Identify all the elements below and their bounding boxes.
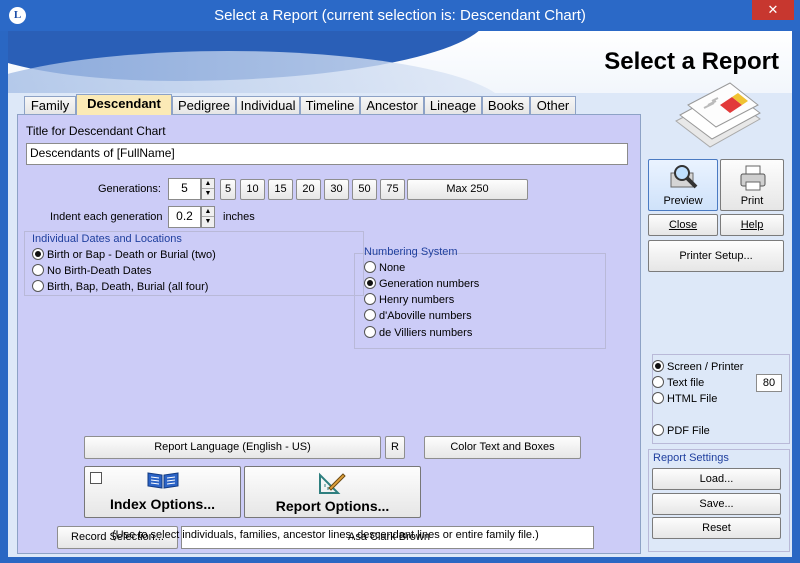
generations-75-button[interactable]: 75 (380, 179, 405, 200)
tab-books[interactable]: Books (482, 96, 530, 115)
printer-setup-button[interactable]: Printer Setup... (648, 240, 784, 272)
banner-title: Select a Report (604, 48, 779, 75)
r-button[interactable]: R (385, 436, 405, 459)
preview-button[interactable]: Preview (648, 159, 718, 211)
radio-selected-icon[interactable] (652, 360, 664, 372)
load-settings-button[interactable]: Load... (652, 468, 781, 490)
numbering-option-daboville[interactable]: d'Aboville numbers (364, 309, 472, 322)
generations-10-button[interactable]: 10 (240, 179, 265, 200)
radio-icon[interactable] (364, 326, 376, 338)
text-width-input[interactable]: 80 (756, 374, 782, 392)
radio-selected-icon[interactable] (364, 277, 376, 289)
report-settings-title: Report Settings (653, 452, 729, 464)
tab-family[interactable]: Family (24, 96, 76, 115)
radio-icon[interactable] (652, 424, 664, 436)
indent-input[interactable]: 0.2 (168, 206, 201, 228)
radio-icon[interactable] (32, 280, 44, 292)
numbering-option-generation[interactable]: Generation numbers (364, 277, 479, 290)
radio-icon[interactable] (364, 293, 376, 305)
spin-up-icon[interactable]: ▲ (202, 179, 214, 189)
ruler-pencil-icon (319, 472, 346, 494)
spin-down-icon[interactable]: ▼ (202, 189, 214, 199)
report-options-label: Report Options... (275, 498, 390, 514)
title-label: Title for Descendant Chart (26, 124, 166, 138)
dates-option-four[interactable]: Birth, Bap, Death, Burial (all four) (32, 280, 208, 293)
output-screen-printer[interactable]: Screen / Printer (652, 360, 743, 373)
spin-down-icon[interactable]: ▼ (202, 217, 214, 227)
descendant-panel: Title for Descendant Chart Descendants o… (17, 114, 641, 554)
index-options-button[interactable]: Index Options... (84, 466, 241, 518)
radio-icon[interactable] (652, 392, 664, 404)
spin-up-icon[interactable]: ▲ (202, 207, 214, 217)
generations-15-button[interactable]: 15 (268, 179, 293, 200)
numbering-option-devilliers[interactable]: de Villiers numbers (364, 326, 472, 339)
reset-settings-button[interactable]: Reset (652, 517, 781, 539)
generations-20-button[interactable]: 20 (296, 179, 321, 200)
index-options-label: Index Options... (109, 496, 215, 512)
generations-5-button[interactable]: 5 (220, 179, 236, 200)
generations-label: Generations: (98, 183, 161, 195)
color-text-boxes-button[interactable]: Color Text and Boxes (424, 436, 581, 459)
report-documents-icon (675, 82, 761, 148)
tab-ancestor[interactable]: Ancestor (360, 96, 424, 115)
generations-30-button[interactable]: 30 (324, 179, 349, 200)
print-label: Print (740, 195, 764, 207)
tab-timeline[interactable]: Timeline (300, 96, 360, 115)
output-text-file[interactable]: Text file (652, 376, 704, 389)
numbering-option-none[interactable]: None (364, 261, 405, 274)
output-html-file[interactable]: HTML File (652, 392, 717, 405)
tab-pedigree[interactable]: Pedigree (172, 96, 236, 115)
magnifier-icon (670, 165, 698, 189)
printer-icon (740, 165, 766, 191)
indent-unit-label: inches (223, 211, 255, 223)
radio-icon[interactable] (32, 264, 44, 276)
radio-icon[interactable] (652, 376, 664, 388)
generations-stepper[interactable]: ▲ ▼ (201, 178, 215, 200)
generations-50-button[interactable]: 50 (352, 179, 377, 200)
tab-other[interactable]: Other (530, 96, 576, 115)
print-button[interactable]: Print (720, 159, 784, 211)
book-icon (147, 472, 179, 489)
radio-icon[interactable] (364, 261, 376, 273)
radio-selected-icon[interactable] (32, 248, 44, 260)
tab-individual[interactable]: Individual (236, 96, 300, 115)
radio-icon[interactable] (364, 309, 376, 321)
tab-lineage[interactable]: Lineage (424, 96, 482, 115)
generations-input[interactable]: 5 (168, 178, 201, 200)
close-button[interactable]: Close (648, 214, 718, 236)
save-settings-button[interactable]: Save... (652, 493, 781, 515)
selection-hint: (Use to select individuals, families, an… (112, 529, 539, 541)
title-bar: L Select a Report (current selection is:… (0, 0, 800, 31)
preview-label: Preview (663, 195, 703, 207)
generations-max-button[interactable]: Max 250 (407, 179, 528, 200)
dates-group-title: Individual Dates and Locations (32, 233, 182, 245)
indent-stepper[interactable]: ▲ ▼ (201, 206, 215, 228)
report-options-button[interactable]: Report Options... (244, 466, 421, 518)
help-button[interactable]: Help (720, 214, 784, 236)
numbering-option-henry[interactable]: Henry numbers (364, 293, 454, 306)
numbering-group-title: Numbering System (364, 246, 458, 258)
dialog-client: Select a Report Family Descendant Pedigr… (8, 31, 792, 557)
indent-label: Indent each generation (50, 211, 163, 223)
window-close-button[interactable]: ✕ (752, 0, 794, 20)
output-pdf-file[interactable]: PDF File (652, 424, 710, 437)
report-language-button[interactable]: Report Language (English - US) (84, 436, 381, 459)
index-checkbox[interactable] (90, 472, 102, 484)
dates-option-none[interactable]: No Birth-Death Dates (32, 264, 152, 277)
dates-option-two[interactable]: Birth or Bap - Death or Burial (two) (32, 248, 216, 261)
report-title-input[interactable]: Descendants of [FullName] (26, 143, 628, 165)
window-title: Select a Report (current selection is: D… (214, 7, 586, 24)
tab-descendant[interactable]: Descendant (76, 94, 172, 115)
